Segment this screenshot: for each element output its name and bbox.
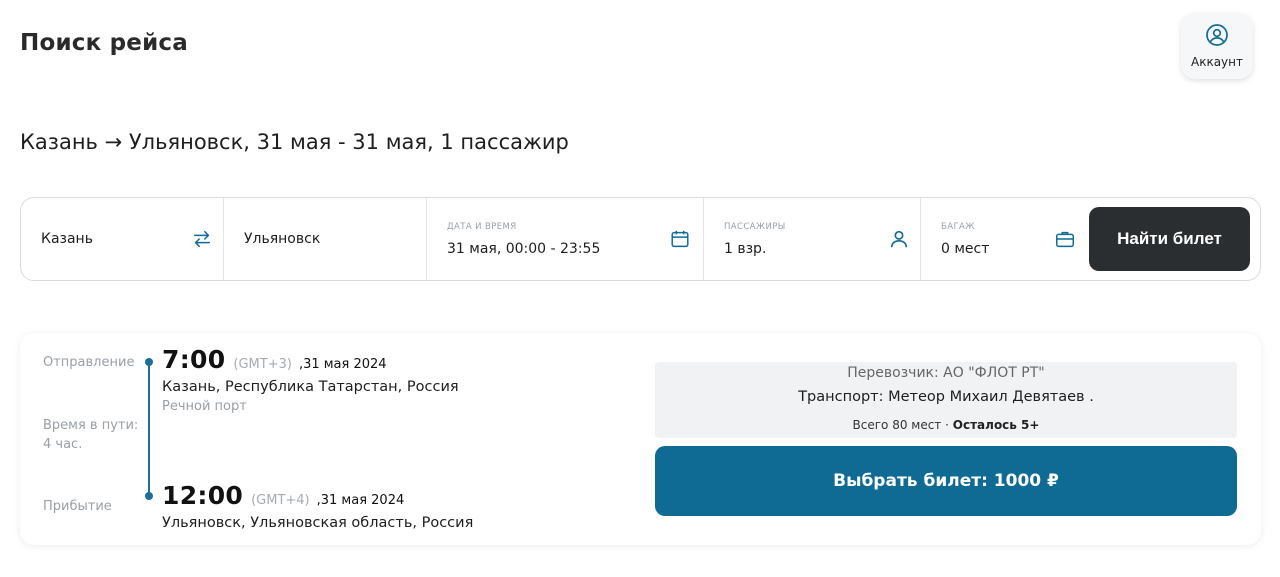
date-value: 31 мая, 00:00 - 23:55 (447, 240, 601, 257)
timeline-line (148, 361, 150, 498)
date-field[interactable]: ДАТА И ВРЕМЯ 31 мая, 00:00 - 23:55 (427, 198, 704, 280)
departure-time: 7:00 (162, 345, 226, 374)
departure-terminal: Речной порт (162, 399, 247, 414)
trip-card: Отправление Время в пути: 4 час. Прибыти… (20, 333, 1261, 545)
to-field[interactable]: Ульяновск (224, 198, 427, 280)
seats-info: Всего 80 мест · Осталось 5+ (655, 418, 1237, 432)
calendar-icon (669, 228, 691, 250)
seats-separator: · (945, 418, 949, 432)
departure-date: ,31 мая 2024 (298, 357, 387, 372)
carrier-info: Перевозчик: АО "ФЛОТ РТ" Транспорт: Мете… (655, 362, 1237, 438)
arrival-time: 12:00 (162, 481, 244, 510)
seats-left: Осталось 5+ (952, 418, 1040, 432)
search-bar: Казань Ульяновск ДАТА И ВРЕМЯ 31 мая, 00… (20, 197, 1261, 281)
arrival-timezone: (GMT+4) (251, 493, 310, 508)
route-summary: Казань → Ульяновск, 31 мая - 31 мая, 1 п… (20, 130, 569, 154)
arrival-time-row: 12:00 (GMT+4) ,31 мая 2024 (162, 481, 404, 510)
departure-place: Казань, Республика Татарстан, Россия (162, 379, 459, 395)
duration-value: 4 час. (43, 437, 83, 452)
duration-label: Время в пути: (43, 418, 139, 433)
suitcase-icon (1054, 228, 1076, 250)
account-label: Аккаунт (1191, 55, 1243, 69)
select-ticket-button[interactable]: Выбрать билет: 1000 ₽ (655, 446, 1237, 516)
seats-total: Всего 80 мест (852, 418, 942, 432)
baggage-field[interactable]: БАГАЖ 0 мест (921, 198, 1086, 280)
from-field[interactable]: Казань (21, 198, 224, 280)
departure-label: Отправление (43, 355, 135, 370)
user-icon (888, 228, 910, 250)
page-title: Поиск рейса (20, 30, 188, 56)
departure-timezone: (GMT+3) (233, 357, 292, 372)
find-ticket-button[interactable]: Найти билет (1089, 207, 1250, 271)
departure-dot (145, 358, 153, 366)
to-value: Ульяновск (244, 231, 321, 247)
transport-name: Транспорт: Метеор Михаил Девятаев . (798, 389, 1094, 405)
passengers-field[interactable]: ПАССАЖИРЫ 1 взр. (704, 198, 921, 280)
arrival-date: ,31 мая 2024 (316, 493, 405, 508)
arrival-label: Прибытие (43, 499, 112, 514)
arrival-place: Ульяновск, Ульяновская область, Россия (162, 515, 474, 531)
arrival-dot (145, 492, 153, 500)
account-button[interactable]: Аккаунт (1181, 13, 1253, 79)
departure-time-row: 7:00 (GMT+3) ,31 мая 2024 (162, 345, 387, 374)
date-caption: ДАТА И ВРЕМЯ (447, 221, 517, 232)
swap-icon[interactable] (191, 228, 213, 250)
carrier-name: Перевозчик: АО "ФЛОТ РТ" (847, 365, 1045, 381)
user-circle-icon (1205, 23, 1229, 51)
